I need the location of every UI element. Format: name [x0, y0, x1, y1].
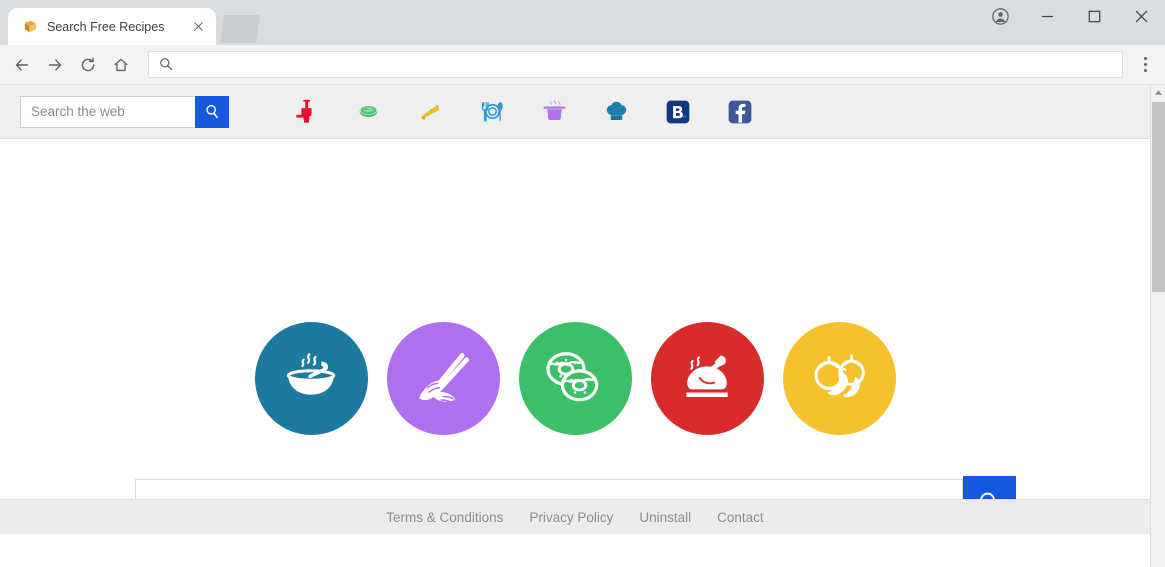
vegetables-icon — [814, 353, 865, 397]
title-bar: Search Free Recipes — [0, 0, 1165, 45]
tab-strip: Search Free Recipes — [0, 0, 260, 45]
cooking-pot-icon[interactable] — [523, 92, 585, 132]
back-arrow-icon[interactable] — [6, 49, 37, 80]
donuts-icon — [546, 351, 599, 401]
window-controls — [977, 0, 1165, 32]
home-icon[interactable] — [105, 49, 136, 80]
roast-chicken-icon — [686, 355, 728, 397]
new-tab-icon[interactable] — [220, 15, 260, 43]
donuts-category[interactable] — [518, 322, 632, 435]
browser-tab[interactable]: Search Free Recipes — [8, 8, 216, 45]
browser-window: Search Free Recipes Search the web Terms… — [0, 0, 1165, 567]
profile-avatar-icon[interactable] — [977, 0, 1024, 32]
three-dot-menu-icon[interactable] — [1131, 49, 1159, 80]
plate-cutlery-icon[interactable] — [461, 92, 523, 132]
search-icon — [159, 57, 174, 72]
vertical-scrollbar[interactable] — [1150, 85, 1165, 567]
privacy-policy-link[interactable]: Privacy Policy — [529, 510, 613, 525]
gold-box-favicon — [22, 18, 39, 35]
booking-logo-icon[interactable] — [647, 92, 709, 132]
meat-grinder-icon[interactable] — [275, 92, 337, 132]
sushi-chopsticks-icon — [419, 352, 469, 403]
terms-conditions-link[interactable]: Terms & Conditions — [386, 510, 503, 525]
category-circles — [0, 322, 1150, 435]
extension-toolbar: Search the web — [0, 85, 1165, 139]
cheese-wedge-icon[interactable] — [399, 92, 461, 132]
soup-bowl-icon — [286, 352, 336, 395]
toolbar-icon-group — [275, 92, 771, 132]
address-bar[interactable] — [148, 51, 1123, 78]
chef-hat-icon[interactable] — [585, 92, 647, 132]
soup-bowl-category[interactable] — [254, 322, 368, 435]
minimize-icon[interactable] — [1024, 0, 1071, 32]
close-icon[interactable] — [190, 19, 206, 35]
facebook-logo-icon[interactable] — [709, 92, 771, 132]
tab-title: Search Free Recipes — [47, 19, 165, 34]
page-content: Terms & Conditions Privacy Policy Uninst… — [0, 140, 1150, 534]
page-footer: Terms & Conditions Privacy Policy Uninst… — [0, 499, 1150, 534]
uninstall-link[interactable]: Uninstall — [639, 510, 691, 525]
forward-arrow-icon[interactable] — [39, 49, 70, 80]
search-input[interactable]: Search the web — [20, 95, 195, 128]
vegetables-category[interactable] — [782, 322, 896, 435]
green-bowl-icon[interactable] — [337, 92, 399, 132]
search-button[interactable] — [195, 95, 229, 128]
scroll-thumb[interactable] — [1152, 102, 1165, 292]
window-close-icon[interactable] — [1118, 0, 1165, 32]
sushi-chopsticks-category[interactable] — [386, 322, 500, 435]
toolbar-search-group: Search the web — [20, 95, 229, 128]
contact-link[interactable]: Contact — [717, 510, 764, 525]
reload-icon[interactable] — [72, 49, 103, 80]
roast-chicken-category[interactable] — [650, 322, 764, 435]
maximize-icon[interactable] — [1071, 0, 1118, 32]
search-input-placeholder: Search the web — [31, 104, 125, 119]
navigation-bar — [0, 45, 1165, 85]
scroll-up-arrow-icon[interactable] — [1151, 85, 1165, 100]
